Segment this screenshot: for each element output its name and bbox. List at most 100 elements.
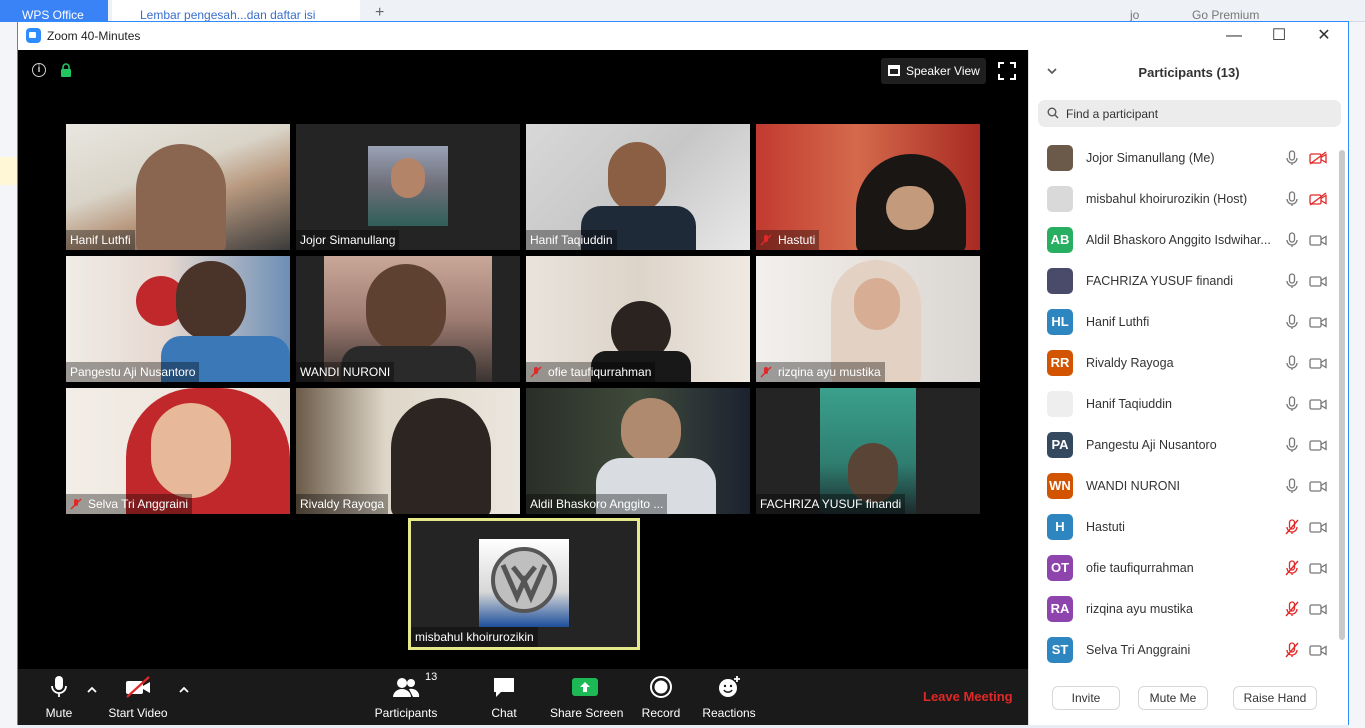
leave-meeting-button[interactable]: Leave Meeting bbox=[923, 689, 1013, 704]
mic-muted-icon bbox=[760, 234, 772, 246]
participant-row[interactable]: ST Selva Tri Anggraini bbox=[1029, 630, 1339, 671]
mic-muted-icon bbox=[530, 366, 542, 378]
encryption-lock-icon[interactable] bbox=[60, 63, 72, 77]
video-off-icon[interactable] bbox=[1309, 151, 1327, 165]
share-screen-label: Share Screen bbox=[550, 706, 624, 720]
video-tile[interactable]: rizqina ayu mustika bbox=[756, 256, 980, 382]
wps-sidebar-highlight bbox=[0, 157, 18, 185]
wps-office-tab[interactable]: WPS Office bbox=[0, 0, 108, 22]
maximize-icon[interactable]: ☐ bbox=[1267, 26, 1291, 46]
video-tile[interactable]: WANDI NURONI bbox=[296, 256, 520, 382]
mic-muted-icon[interactable] bbox=[1285, 519, 1299, 535]
participant-list-scrollbar[interactable] bbox=[1339, 150, 1345, 640]
video-camera-icon[interactable] bbox=[1309, 602, 1327, 616]
video-tile[interactable]: Selva Tri Anggraini bbox=[66, 388, 290, 514]
participant-row[interactable]: misbahul khoirurozikin (Host) bbox=[1029, 179, 1339, 220]
video-tile[interactable]: Aldil Bhaskoro Anggito ... bbox=[526, 388, 750, 514]
mic-muted-icon[interactable] bbox=[1285, 560, 1299, 576]
video-camera-icon[interactable] bbox=[1309, 479, 1327, 493]
video-camera-icon[interactable] bbox=[1309, 520, 1327, 534]
mute-button[interactable]: Mute bbox=[34, 675, 84, 720]
participants-icon bbox=[393, 678, 420, 697]
tile-name-text: Hastuti bbox=[778, 233, 816, 247]
mute-me-button[interactable]: Mute Me bbox=[1138, 686, 1208, 710]
microphone-icon[interactable] bbox=[1285, 478, 1299, 494]
microphone-icon[interactable] bbox=[1285, 191, 1299, 207]
participant-name: Hanif Luthfi bbox=[1086, 315, 1150, 329]
video-camera-icon[interactable] bbox=[1309, 274, 1327, 288]
share-screen-icon bbox=[572, 678, 598, 696]
participant-list: Jojor Simanullang (Me) misbahul khoiruroz… bbox=[1029, 138, 1339, 673]
video-options-chevron-up-icon[interactable] bbox=[177, 683, 191, 697]
video-tile[interactable]: Pangestu Aji Nusantoro bbox=[66, 256, 290, 382]
video-tile[interactable]: Jojor Simanullang bbox=[296, 124, 520, 250]
participant-row[interactable]: AB Aldil Bhaskoro Anggito Isdwihar... bbox=[1029, 220, 1339, 261]
start-video-button[interactable]: Start Video bbox=[106, 675, 170, 720]
tile-name: WANDI NURONI bbox=[296, 362, 395, 382]
wps-user-name[interactable]: jo bbox=[1130, 8, 1139, 22]
microphone-icon[interactable] bbox=[1285, 396, 1299, 412]
minimize-icon[interactable]: — bbox=[1222, 26, 1246, 46]
tile-name: misbahul khoirurozikin bbox=[411, 627, 538, 647]
microphone-icon[interactable] bbox=[1285, 355, 1299, 371]
participant-row[interactable]: OT ofie taufiqurrahman bbox=[1029, 548, 1339, 589]
participant-row[interactable]: HL Hanif Luthfi bbox=[1029, 302, 1339, 343]
participant-row[interactable]: WN WANDI NURONI bbox=[1029, 466, 1339, 507]
video-tile[interactable]: Hanif Taqiuddin bbox=[526, 124, 750, 250]
mic-muted-icon bbox=[70, 498, 82, 510]
new-tab-plus-icon[interactable]: + bbox=[375, 4, 384, 22]
video-tile[interactable]: Hastuti bbox=[756, 124, 980, 250]
fullscreen-icon[interactable] bbox=[998, 62, 1016, 80]
video-camera-icon[interactable] bbox=[1309, 233, 1327, 247]
video-tile[interactable]: ofie taufiqurrahman bbox=[526, 256, 750, 382]
participant-row[interactable]: Jojor Simanullang (Me) bbox=[1029, 138, 1339, 179]
close-icon[interactable]: ✕ bbox=[1312, 26, 1336, 46]
participants-button[interactable]: 13 Participants bbox=[373, 671, 439, 720]
video-camera-icon[interactable] bbox=[1309, 397, 1327, 411]
participants-label: Participants bbox=[374, 706, 438, 720]
search-icon bbox=[1047, 107, 1059, 119]
mic-muted-icon[interactable] bbox=[1285, 601, 1299, 617]
video-tile[interactable]: Hanif Luthfi bbox=[66, 124, 290, 250]
participants-panel: Participants (13) Jojor Simanullang (Me)… bbox=[1028, 50, 1348, 725]
wps-document-tab[interactable]: Lembar pengesah...dan daftar isi bbox=[112, 0, 360, 22]
meeting-info-icon[interactable]: i bbox=[32, 63, 46, 77]
video-camera-icon[interactable] bbox=[1309, 561, 1327, 575]
participant-row[interactable]: FACHRIZA YUSUF finandi bbox=[1029, 261, 1339, 302]
reactions-button[interactable]: Reactions bbox=[702, 675, 756, 720]
speaker-view-button[interactable]: Speaker View bbox=[881, 58, 986, 84]
share-screen-button[interactable]: Share Screen bbox=[550, 675, 624, 720]
raise-hand-button[interactable]: Raise Hand bbox=[1233, 686, 1317, 710]
participant-row[interactable]: RR Rivaldy Rayoga bbox=[1029, 343, 1339, 384]
invite-button[interactable]: Invite bbox=[1052, 686, 1120, 710]
participant-silhouette bbox=[608, 142, 666, 212]
microphone-icon[interactable] bbox=[1285, 273, 1299, 289]
video-tile[interactable]: FACHRIZA YUSUF finandi bbox=[756, 388, 980, 514]
start-video-label: Start Video bbox=[108, 706, 168, 720]
participant-row[interactable]: RA rizqina ayu mustika bbox=[1029, 589, 1339, 630]
speaker-view-label: Speaker View bbox=[906, 64, 980, 78]
microphone-icon[interactable] bbox=[1285, 232, 1299, 248]
participant-row[interactable]: Hanif Taqiuddin bbox=[1029, 384, 1339, 425]
participant-row[interactable]: PA Pangestu Aji Nusantoro bbox=[1029, 425, 1339, 466]
microphone-icon[interactable] bbox=[1285, 150, 1299, 166]
video-camera-icon[interactable] bbox=[1309, 315, 1327, 329]
search-input[interactable] bbox=[1066, 105, 1326, 122]
microphone-icon[interactable] bbox=[1285, 314, 1299, 330]
microphone-icon[interactable] bbox=[1285, 437, 1299, 453]
video-stage: i Speaker View Hanif Luthfi Jojor Simanu… bbox=[18, 50, 1028, 725]
participant-row[interactable]: H Hastuti bbox=[1029, 507, 1339, 548]
video-camera-icon[interactable] bbox=[1309, 356, 1327, 370]
participant-search[interactable] bbox=[1038, 100, 1341, 127]
video-tile[interactable]: Rivaldy Rayoga bbox=[296, 388, 520, 514]
participant-name: WANDI NURONI bbox=[1086, 479, 1180, 493]
video-camera-icon[interactable] bbox=[1309, 643, 1327, 657]
wps-go-premium[interactable]: Go Premium bbox=[1192, 8, 1259, 22]
mic-muted-icon[interactable] bbox=[1285, 642, 1299, 658]
video-camera-icon[interactable] bbox=[1309, 438, 1327, 452]
video-off-icon[interactable] bbox=[1309, 192, 1327, 206]
record-button[interactable]: Record bbox=[641, 675, 681, 720]
video-tile-active-speaker[interactable]: misbahul khoirurozikin bbox=[408, 518, 640, 650]
chat-button[interactable]: Chat bbox=[486, 675, 522, 720]
audio-options-chevron-up-icon[interactable] bbox=[85, 683, 99, 697]
